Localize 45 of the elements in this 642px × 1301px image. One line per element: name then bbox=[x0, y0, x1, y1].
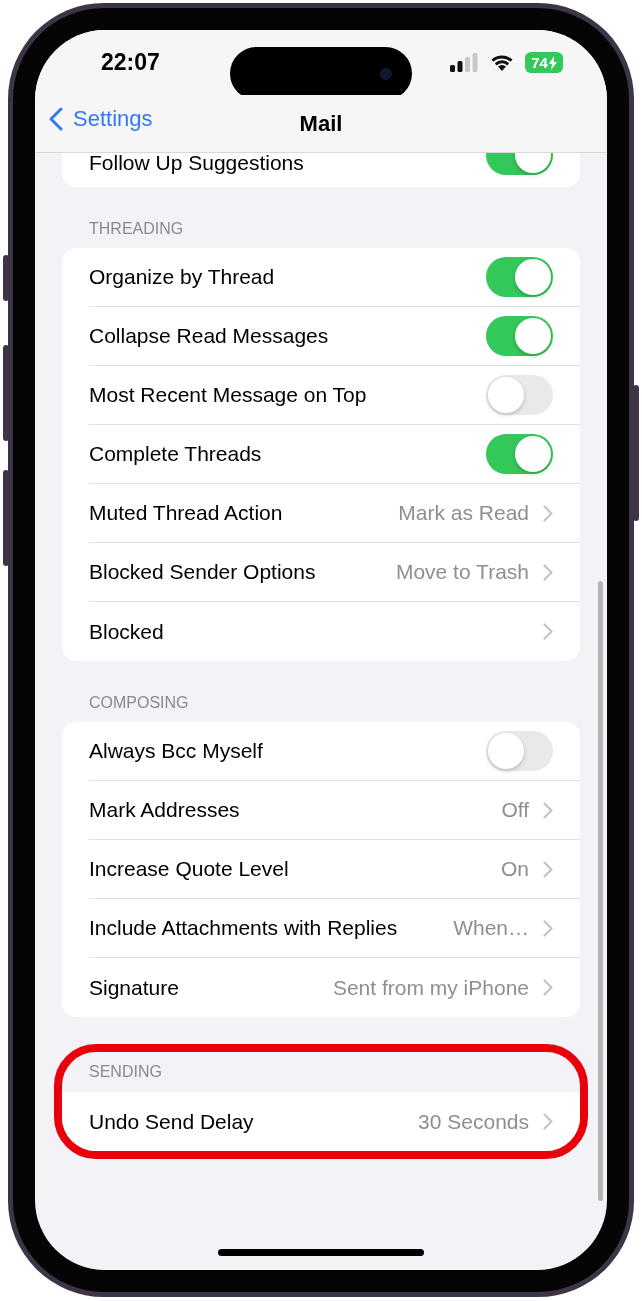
setting-label: Collapse Read Messages bbox=[89, 324, 330, 348]
status-time: 22:07 bbox=[101, 49, 160, 76]
setting-label: Always Bcc Myself bbox=[89, 739, 264, 763]
chevron-icon bbox=[543, 504, 553, 522]
toggle-switch[interactable] bbox=[486, 731, 553, 771]
chevron-icon bbox=[543, 1113, 553, 1130]
chevron-icon bbox=[543, 919, 553, 937]
chevron-icon bbox=[543, 860, 553, 878]
screen-title: Mail bbox=[299, 110, 343, 137]
setting-label: Blocked Sender Options bbox=[89, 560, 317, 584]
chevron-icon bbox=[543, 623, 553, 640]
battery-indicator: 74 bbox=[525, 52, 563, 73]
setting-label: Blocked bbox=[89, 619, 165, 644]
setting-value: Off bbox=[501, 798, 529, 822]
toggle-switch[interactable] bbox=[486, 375, 553, 415]
setting-value: Sent from my iPhone bbox=[332, 975, 529, 1000]
section-header: SENDING bbox=[88, 1062, 163, 1082]
setting-label: Mark Addresses bbox=[89, 798, 241, 822]
setting-value: When… bbox=[453, 916, 529, 940]
setting-value: Mark as Read bbox=[398, 501, 529, 525]
setting-label: Increase Quote Level bbox=[89, 857, 290, 881]
section-header: COMPOSING bbox=[88, 693, 190, 713]
chevron-icon bbox=[543, 979, 553, 996]
toggle-switch[interactable] bbox=[486, 257, 553, 297]
signal-icon bbox=[450, 53, 479, 72]
setting-label: Include Attachments with Replies bbox=[89, 916, 399, 940]
chevron-icon bbox=[543, 563, 553, 581]
setting-label: Muted Thread Action bbox=[89, 501, 284, 525]
back-button[interactable]: Settings bbox=[49, 106, 153, 132]
setting-label: Most Recent Message on Top bbox=[89, 383, 368, 407]
section-header: THREADING bbox=[88, 219, 185, 239]
setting-value: On bbox=[501, 857, 529, 881]
bolt-icon bbox=[548, 55, 557, 70]
toggle-switch[interactable] bbox=[486, 316, 553, 356]
setting-label: Follow Up Suggestions bbox=[89, 153, 305, 175]
setting-label: Organize by Thread bbox=[89, 265, 276, 289]
setting-value: 30 Seconds bbox=[418, 1109, 529, 1134]
wifi-icon bbox=[489, 53, 515, 72]
setting-label: Complete Threads bbox=[89, 442, 263, 466]
setting-value: Move to Trash bbox=[395, 560, 529, 584]
setting-label: Signature bbox=[89, 975, 180, 1000]
back-chevron-icon bbox=[49, 107, 63, 131]
setting-label: Undo Send Delay bbox=[89, 1109, 255, 1134]
toggle-switch[interactable] bbox=[486, 434, 553, 474]
chevron-icon bbox=[543, 801, 553, 819]
